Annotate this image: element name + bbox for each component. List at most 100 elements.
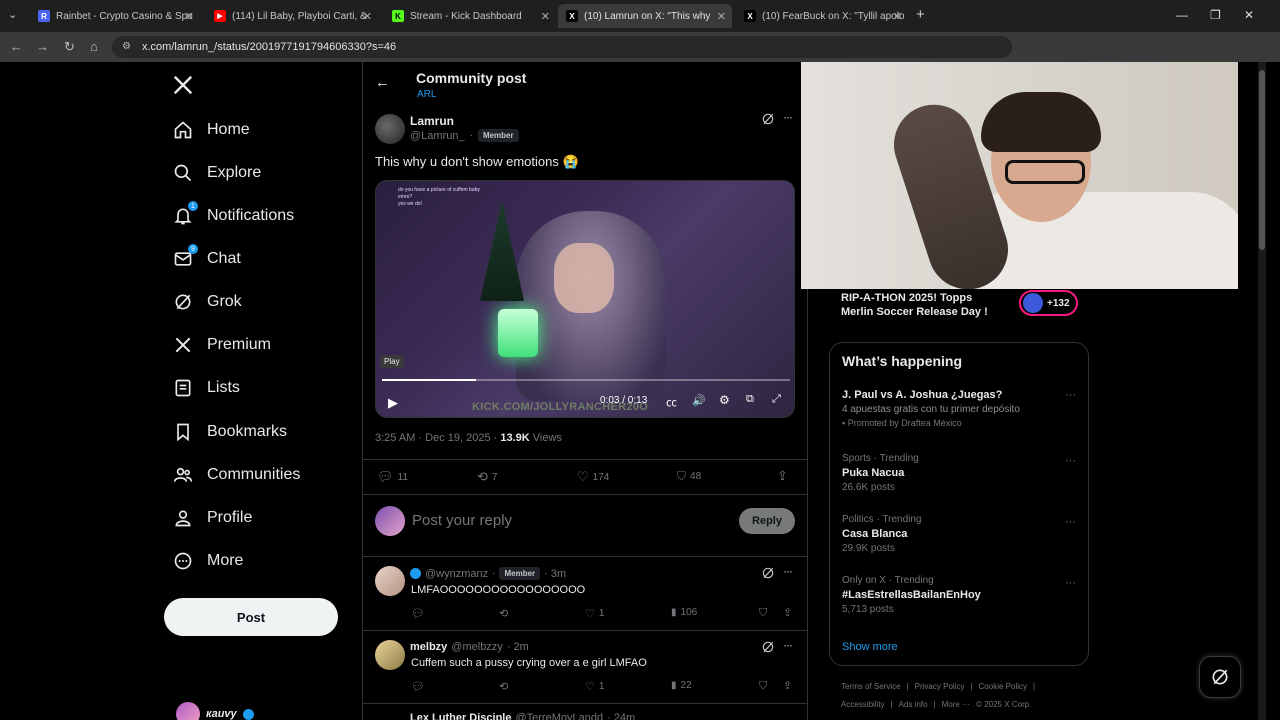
reload-icon[interactable]: ↻ — [64, 39, 75, 55]
reply-time[interactable]: · 24m — [607, 712, 635, 720]
site-info-icon[interactable]: ⚙ — [122, 36, 131, 58]
grok-floating-button[interactable] — [1199, 656, 1241, 698]
share-button[interactable]: ⇪ — [783, 679, 792, 692]
reply-handle[interactable]: @wynzmanz — [425, 568, 488, 580]
repost-button[interactable]: ⟲ — [499, 607, 508, 620]
reply-submit-button[interactable]: Reply — [739, 508, 795, 534]
close-window-icon[interactable]: ✕ — [1244, 8, 1254, 22]
share-button[interactable]: ⇪ — [783, 606, 792, 619]
reply-handle[interactable]: @melbzzy — [451, 641, 503, 653]
sidebar-item-grok[interactable]: Grok — [172, 288, 242, 316]
volume-icon[interactable]: 🔊 — [692, 394, 706, 407]
url-field[interactable]: ⚙ x.com/lamrun_/status/20019771917946063… — [112, 36, 1012, 58]
new-tab-icon[interactable]: + — [916, 6, 925, 23]
sidebar-item-profile[interactable]: Profile — [172, 504, 252, 532]
forward-icon[interactable]: → — [36, 39, 49, 54]
views-button[interactable]: ▮ 22 — [671, 680, 692, 691]
author-name[interactable]: Lamrun — [410, 114, 454, 128]
trend-item[interactable]: J. Paul vs A. Joshua ¿Juegas? 4 apuestas… — [842, 389, 1078, 428]
page-scrollbar[interactable] — [1258, 62, 1266, 720]
like-button[interactable]: ♡ 1 — [585, 680, 604, 693]
back-arrow-icon[interactable]: ← — [375, 74, 390, 91]
sidebar-item-communities[interactable]: Communities — [172, 461, 300, 489]
share-button[interactable]: ⇪ — [777, 468, 788, 484]
show-more-link[interactable]: Show more — [842, 641, 898, 653]
sidebar-item-chat[interactable]: 9 Chat — [172, 244, 241, 273]
footer-privacy[interactable]: Privacy Policy — [915, 682, 965, 691]
reply-button[interactable]: 💬︎ — [411, 607, 425, 620]
grok-explain-icon[interactable] — [761, 566, 775, 585]
more-options-icon[interactable]: ··· — [1065, 455, 1076, 467]
post-timestamp[interactable]: 3:25 AM · Dec 19, 2025 · — [375, 432, 500, 444]
more-options-icon[interactable]: ··· — [1065, 389, 1076, 401]
close-icon[interactable]: ✕ — [541, 10, 550, 23]
fullscreen-icon[interactable]: ⤢ — [772, 393, 781, 406]
reply-name[interactable]: Lex Luther Disciple — [410, 712, 511, 720]
maximize-icon[interactable]: ❐ — [1210, 8, 1221, 22]
reply-input[interactable]: Post your reply — [412, 512, 512, 529]
reply-avatar[interactable] — [375, 640, 405, 670]
reply-avatar[interactable] — [375, 566, 405, 596]
reply-name[interactable]: melbzy — [410, 641, 447, 653]
bookmark-button[interactable]: ⛉ — [759, 680, 767, 693]
bookmark-button[interactable]: ⛉ 48 — [677, 469, 701, 484]
grok-explain-icon[interactable] — [761, 640, 775, 659]
close-icon[interactable]: ✕ — [185, 10, 194, 23]
footer-cookie[interactable]: Cookie Policy — [979, 682, 1027, 691]
sidebar-item-home[interactable]: Home — [172, 116, 250, 144]
sidebar-item-lists[interactable]: Lists — [172, 374, 240, 402]
reply-time[interactable]: · 3m — [544, 568, 566, 580]
trend-item[interactable]: Politics · Trending Casa Blanca 29.9K po… — [842, 514, 1078, 554]
footer-accessibility[interactable]: Accessibility — [841, 700, 885, 709]
bookmark-button[interactable]: ⛉ — [759, 607, 767, 620]
sidebar-item-explore[interactable]: Explore — [172, 159, 261, 187]
more-options-icon[interactable]: ··· — [783, 638, 793, 652]
like-button[interactable]: ♡ 1 — [585, 607, 604, 620]
tab-lamrun[interactable]: X (10) Lamrun on X: "This why ✕ — [558, 4, 732, 28]
minimize-icon[interactable]: — — [1176, 8, 1188, 22]
sidebar-item-premium[interactable]: Premium — [172, 331, 271, 359]
repost-button[interactable]: ⟲ — [499, 680, 508, 693]
repost-button[interactable]: ⟲ 7 — [477, 469, 497, 485]
tab-search-icon[interactable]: ⌄ — [8, 8, 17, 21]
more-options-icon[interactable]: ··· — [783, 110, 793, 124]
author-handle[interactable]: @Lamrun_ — [410, 130, 465, 142]
more-options-icon[interactable]: ··· — [783, 564, 793, 578]
sidebar-item-more[interactable]: More — [172, 547, 243, 575]
grok-explain-icon[interactable] — [761, 112, 775, 131]
close-icon[interactable]: ✕ — [893, 10, 902, 23]
promo-live-badge[interactable]: +132 — [1019, 290, 1078, 316]
home-browser-icon[interactable]: ⌂ — [90, 39, 98, 54]
tab-rainbet[interactable]: R Rainbet - Crypto Casino & Spo ✕ — [30, 4, 200, 28]
author-avatar[interactable] — [375, 114, 405, 144]
progress-track[interactable] — [382, 379, 790, 381]
more-options-icon[interactable]: ··· — [1065, 516, 1076, 528]
reply-time[interactable]: · 2m — [507, 641, 529, 653]
reply-button[interactable]: 💬︎ — [411, 680, 425, 693]
footer-terms[interactable]: Terms of Service — [841, 682, 901, 691]
footer-more[interactable]: More ··· — [942, 700, 970, 709]
tab-youtube[interactable]: ▶ (114) Lil Baby, Playboi Carti, & ✕ — [206, 4, 378, 28]
trend-item[interactable]: Only on X · Trending #LasEstrellasBailan… — [842, 575, 1078, 615]
captions-icon[interactable]: ㏄ — [666, 394, 677, 410]
sidebar-item-notifications[interactable]: 1 Notifications — [172, 201, 294, 230]
footer-ads[interactable]: Ads info — [899, 700, 928, 709]
sidebar-item-bookmarks[interactable]: Bookmarks — [172, 418, 287, 446]
settings-gear-icon[interactable]: ⚙ — [719, 393, 730, 407]
scrollbar-thumb[interactable] — [1259, 70, 1265, 250]
close-icon[interactable]: ✕ — [363, 10, 372, 23]
promo-card[interactable]: RIP-A-THON 2025! Topps Merlin Soccer Rel… — [829, 284, 1089, 328]
more-options-icon[interactable]: ··· — [1065, 577, 1076, 589]
views-button[interactable]: ▮ 106 — [671, 607, 697, 618]
trend-item[interactable]: Sports · Trending Puka Nacua 26.6K posts — [842, 453, 1078, 493]
reply-handle[interactable]: @TerreMoyLandd — [515, 712, 603, 720]
reply-button[interactable]: 💬︎ 11 — [377, 469, 408, 485]
community-link[interactable]: ARL — [417, 89, 436, 100]
like-button[interactable]: ♡ 174 — [577, 469, 609, 485]
video-player[interactable]: do you have a picture of cuffem baby emr… — [375, 180, 795, 418]
back-icon[interactable]: ← — [10, 39, 23, 54]
close-icon[interactable]: ✕ — [717, 10, 726, 23]
account-switcher[interactable]: кaиvy — [176, 702, 254, 720]
pip-icon[interactable]: ⧉ — [746, 393, 754, 406]
tab-fearbuck[interactable]: X (10) FearBuck on X: "Tyllil apolo ✕ — [736, 4, 908, 28]
